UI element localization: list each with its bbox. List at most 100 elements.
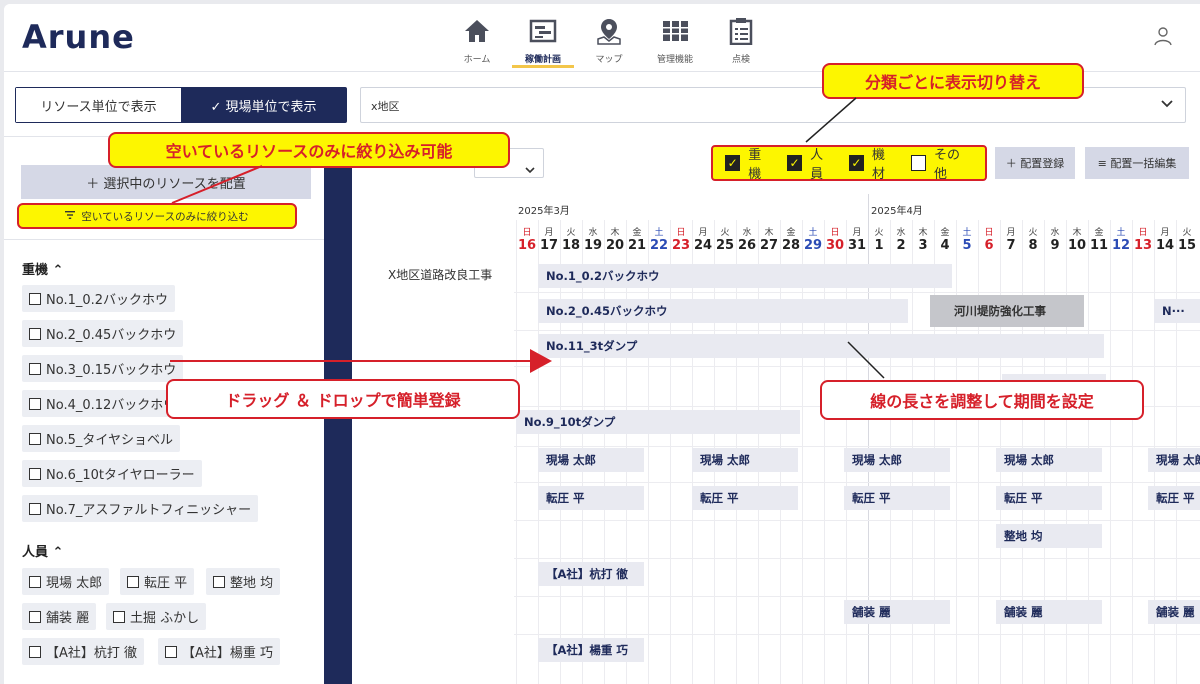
- schedule-bar[interactable]: 舗装 麗: [844, 600, 950, 624]
- resource-chip[interactable]: No.1_0.2バックホウ: [22, 285, 176, 312]
- resource-chip[interactable]: 整地 均: [206, 568, 281, 595]
- section-heavy-machinery[interactable]: 重機 ⌃: [22, 259, 63, 278]
- schedule-bar[interactable]: 【A社】楊重 巧: [538, 638, 644, 662]
- row-divider: [514, 330, 1200, 331]
- schedule-bar[interactable]: 現場 太郎: [1148, 448, 1200, 472]
- nav-home[interactable]: ホーム: [444, 16, 510, 68]
- weekday-label: 月: [1006, 228, 1016, 238]
- schedule-bar[interactable]: No.2_0.45バックホウ: [538, 299, 908, 323]
- day-number: 6: [984, 238, 994, 253]
- row-divider: [514, 558, 1200, 559]
- callout-category: 分類ごとに表示切り替え: [822, 63, 1084, 99]
- resource-chip[interactable]: No.4_0.12バックホウ: [22, 390, 184, 417]
- nav-inspection-label: 点検: [731, 55, 750, 65]
- checkbox[interactable]: [29, 467, 41, 480]
- user-icon[interactable]: [1154, 26, 1172, 50]
- weekday-label: 木: [918, 228, 928, 238]
- month-label: 2025年4月: [871, 206, 923, 217]
- day-number: 5: [962, 238, 972, 253]
- resource-view-button[interactable]: リソース単位で表示: [16, 88, 181, 122]
- resource-chip[interactable]: 【A社】杭打 徹: [22, 638, 145, 665]
- checkbox[interactable]: [29, 432, 41, 445]
- schedule-bar[interactable]: 整地 均: [996, 524, 1102, 548]
- nav-schedule-label: 稼働計画: [524, 55, 561, 65]
- other-site-bar[interactable]: 河川堤防強化工事: [930, 295, 1084, 327]
- chevron-down-icon: [1161, 98, 1173, 111]
- checkbox[interactable]: [29, 292, 41, 305]
- day-number: 25: [715, 238, 735, 253]
- schedule-bar[interactable]: 現場 太郎: [692, 448, 798, 472]
- schedule-bar[interactable]: 転圧 平: [996, 486, 1102, 510]
- checkbox[interactable]: [29, 502, 41, 515]
- day-number: 29: [803, 238, 823, 253]
- main-nav: ホーム 稼働計画 マップ 管理機能 点検: [444, 16, 774, 68]
- day-number: 13: [1133, 238, 1153, 253]
- resource-chip[interactable]: No.7_アスファルトフィニッシャー: [22, 495, 259, 522]
- category-personnel[interactable]: ✓ 人員: [786, 144, 835, 182]
- place-selected-button[interactable]: ＋ 選択中のリソースを配置: [21, 165, 311, 199]
- view-toggle: リソース単位で表示 ✓ 現場単位で表示: [15, 87, 347, 123]
- checkbox[interactable]: [29, 362, 41, 375]
- site-view-button[interactable]: ✓ 現場単位で表示: [181, 88, 346, 122]
- schedule-bar[interactable]: N···: [1154, 299, 1200, 323]
- schedule-bar[interactable]: 【A社】杭打 徹: [538, 562, 644, 586]
- category-heavy[interactable]: ✓ 重機: [725, 144, 773, 182]
- schedule-bar[interactable]: 現場 太郎: [996, 448, 1102, 472]
- weekday-label: 金: [786, 228, 796, 238]
- resource-chip[interactable]: No.3_0.15バックホウ: [22, 355, 184, 382]
- check-icon[interactable]: ✓: [848, 155, 865, 171]
- day-number: 2: [896, 238, 906, 253]
- checkbox[interactable]: [29, 327, 41, 340]
- checkbox[interactable]: [910, 155, 926, 171]
- sidebar-divider: [4, 239, 324, 240]
- resource-chip[interactable]: No.5_タイヤショベル: [22, 425, 180, 452]
- checkbox[interactable]: [165, 645, 177, 658]
- row-divider: [514, 292, 1200, 293]
- checkbox[interactable]: [113, 610, 125, 623]
- nav-map-label: マップ: [595, 55, 623, 65]
- category-other[interactable]: その他: [910, 144, 971, 182]
- schedule-bar[interactable]: No.9_10tダンプ: [516, 410, 800, 434]
- check-icon[interactable]: ✓: [725, 155, 741, 171]
- nav-schedule[interactable]: 稼働計画: [510, 16, 576, 68]
- nav-inspection[interactable]: 点検: [708, 16, 774, 68]
- nav-map[interactable]: マップ: [576, 16, 642, 68]
- checkbox[interactable]: [29, 397, 41, 410]
- schedule-bar[interactable]: 舗装 麗: [1148, 600, 1200, 624]
- register-button[interactable]: ＋ 配置登録: [995, 147, 1075, 179]
- resource-chip[interactable]: 土掘 ふかし: [106, 603, 207, 630]
- day-number: 7: [1006, 238, 1016, 253]
- nav-admin[interactable]: 管理機能: [642, 16, 708, 68]
- checkbox[interactable]: [213, 575, 225, 588]
- schedule-bar[interactable]: No.11_3tダンプ: [538, 334, 1104, 358]
- checkbox[interactable]: [127, 575, 139, 588]
- bulk-edit-button[interactable]: ≡ 配置一括編集: [1085, 147, 1189, 179]
- weekday-label: 水: [588, 228, 598, 238]
- resource-chip[interactable]: 【A社】楊重 巧: [158, 638, 281, 665]
- resource-chip[interactable]: No.2_0.45バックホウ: [22, 320, 184, 347]
- resource-chip[interactable]: No.6_10tタイヤローラー: [22, 460, 202, 487]
- weekday-label: 月: [698, 228, 708, 238]
- schedule-bar[interactable]: 舗装 麗: [996, 600, 1102, 624]
- checkbox[interactable]: [29, 610, 41, 623]
- day-number: 24: [693, 238, 713, 253]
- check-icon[interactable]: ✓: [786, 155, 803, 171]
- schedule-bar[interactable]: No.1_0.2バックホウ: [538, 264, 952, 288]
- resource-chip[interactable]: 舗装 麗: [22, 603, 97, 630]
- filter-available-label: 空いているリソースのみに絞り込む: [81, 210, 249, 223]
- resource-chip[interactable]: 転圧 平: [120, 568, 195, 595]
- category-equipment[interactable]: ✓ 機材: [848, 144, 897, 182]
- schedule-bar[interactable]: 転圧 平: [692, 486, 798, 510]
- weekday-label: 木: [1072, 228, 1082, 238]
- checkbox[interactable]: [29, 575, 41, 588]
- filter-available-button[interactable]: 空いているリソースのみに絞り込む: [17, 203, 297, 229]
- schedule-bar[interactable]: 転圧 平: [538, 486, 644, 510]
- schedule-bar[interactable]: 転圧 平: [844, 486, 950, 510]
- weekday-label: 日: [984, 228, 994, 238]
- section-personnel[interactable]: 人員 ⌃: [22, 541, 63, 560]
- schedule-bar[interactable]: 現場 太郎: [844, 448, 950, 472]
- schedule-bar[interactable]: 現場 太郎: [538, 448, 644, 472]
- schedule-bar[interactable]: 転圧 平: [1148, 486, 1200, 510]
- resource-chip[interactable]: 現場 太郎: [22, 568, 110, 595]
- checkbox[interactable]: [29, 645, 41, 658]
